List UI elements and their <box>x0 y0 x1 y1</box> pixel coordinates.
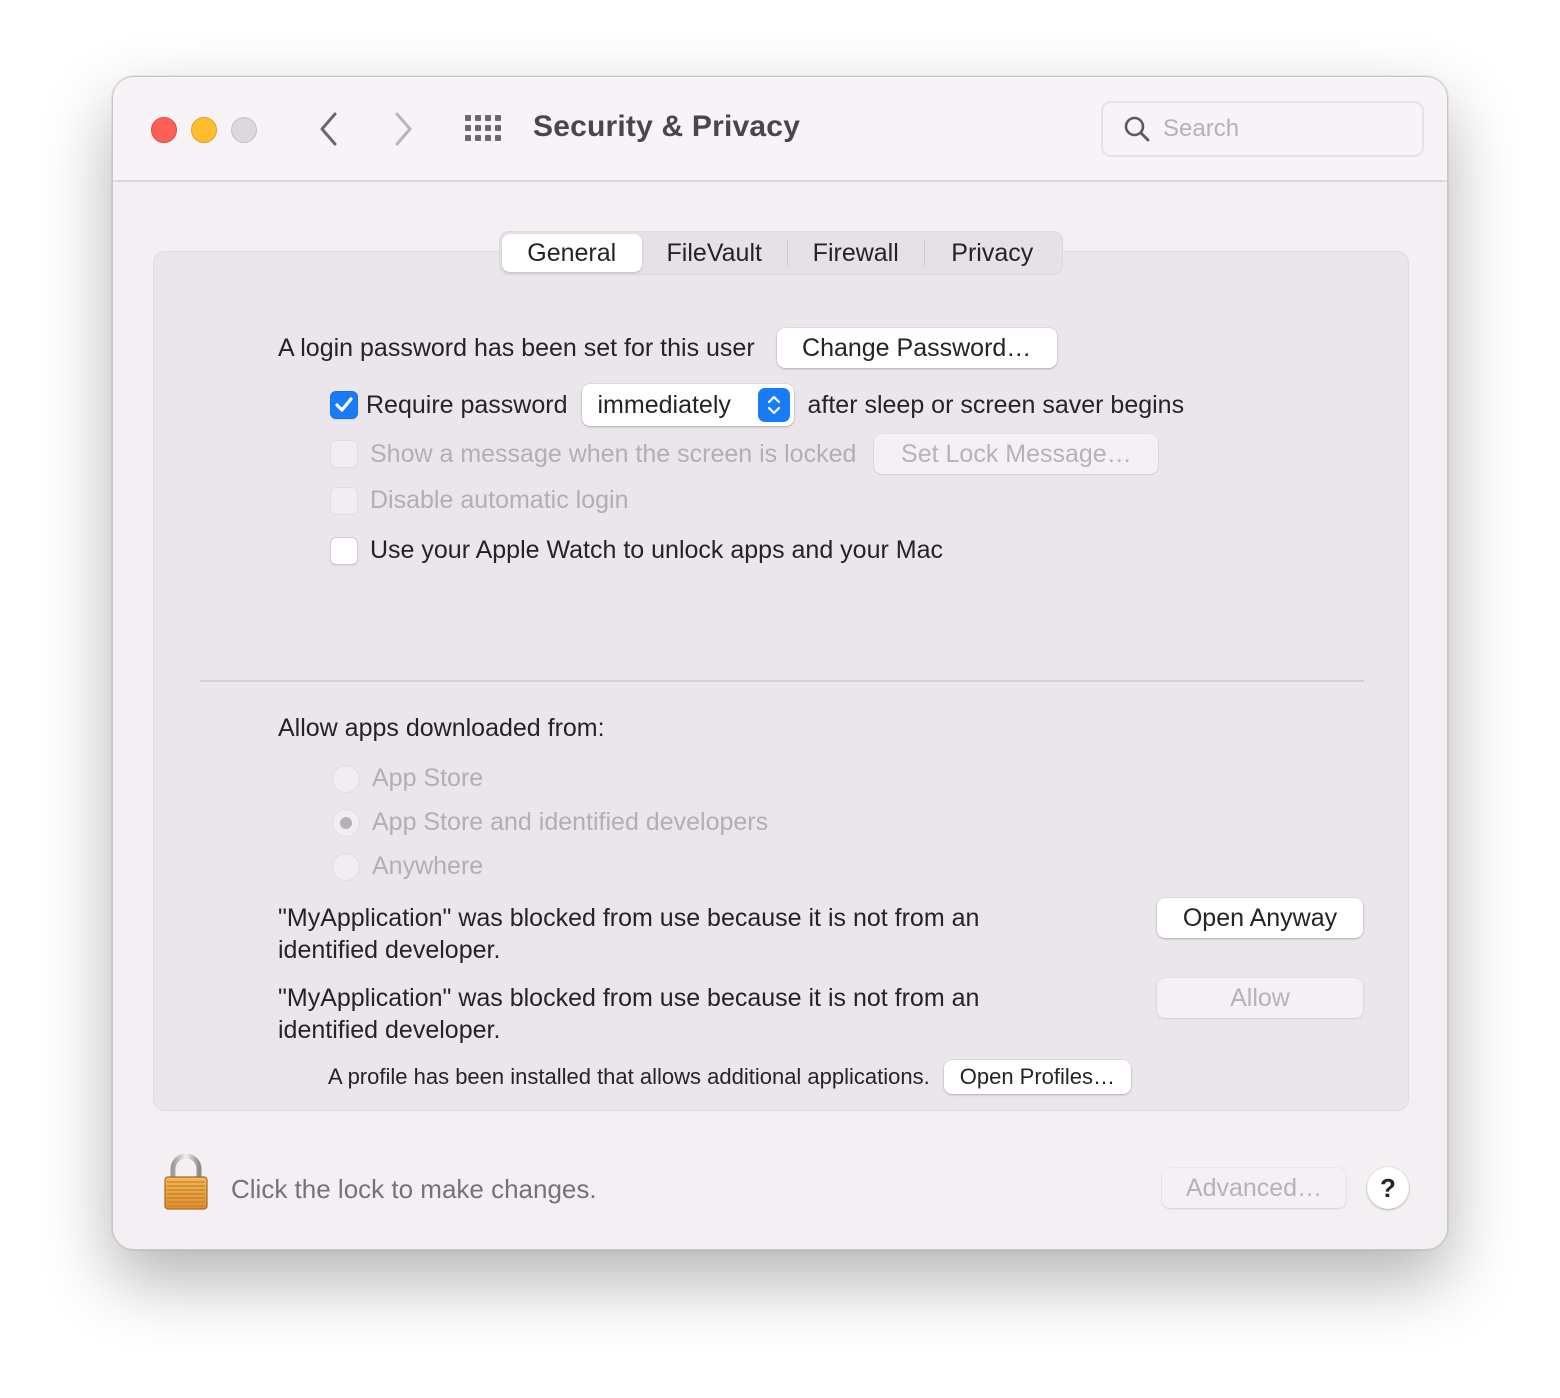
radio-button[interactable] <box>332 764 360 793</box>
open-anyway-button[interactable]: Open Anyway <box>1157 898 1363 938</box>
chevron-left-icon <box>320 112 337 146</box>
section-divider <box>200 680 1364 682</box>
disable-auto-login-checkbox[interactable] <box>330 486 358 515</box>
set-lock-message-button[interactable]: Set Lock Message… <box>874 434 1159 474</box>
open-profiles-button[interactable]: Open Profiles… <box>943 1060 1132 1094</box>
checkmark-icon <box>335 397 353 412</box>
grid-icon <box>465 115 471 121</box>
tab-general[interactable]: General <box>502 234 642 272</box>
require-password-checkbox[interactable] <box>330 391 358 419</box>
profile-text: A profile has been installed that allows… <box>328 1064 930 1089</box>
help-button[interactable]: ? <box>1367 1167 1409 1209</box>
login-password-row: A login password has been set for this u… <box>278 328 1057 368</box>
radio-label: Anywhere <box>372 852 484 880</box>
radio-button-selected[interactable] <box>332 808 360 837</box>
title-bar: Security & Privacy <box>113 77 1447 182</box>
tab-bar: General FileVault Firewall Privacy <box>499 231 1063 275</box>
require-password-popup[interactable]: immediately <box>581 384 794 426</box>
padlock-icon <box>164 1153 208 1210</box>
show-message-label: Show a message when the screen is locked <box>370 439 857 468</box>
search-input[interactable] <box>1163 115 1403 143</box>
blocked-message-1: "MyApplication" was blocked from use bec… <box>278 904 980 964</box>
lock-status-text: Click the lock to make changes. <box>231 1174 597 1204</box>
apple-watch-row: Use your Apple Watch to unlock apps and … <box>330 536 943 565</box>
tab-filevault[interactable]: FileVault <box>642 234 787 272</box>
popup-value: immediately <box>597 390 731 419</box>
apple-watch-label: Use your Apple Watch to unlock apps and … <box>370 536 943 564</box>
radio-anywhere[interactable]: Anywhere <box>332 852 483 881</box>
tab-firewall[interactable]: Firewall <box>788 234 924 272</box>
show-message-checkbox[interactable] <box>330 440 358 468</box>
show-all-button[interactable] <box>463 113 503 145</box>
zoom-button[interactable] <box>231 117 257 143</box>
radio-label: App Store <box>372 764 484 792</box>
forward-button[interactable] <box>383 109 423 149</box>
up-down-arrows-icon <box>757 388 790 422</box>
show-message-row: Show a message when the screen is locked… <box>330 434 1159 474</box>
radio-label: App Store and identified developers <box>372 808 769 836</box>
security-privacy-window: Security & Privacy A login password has … <box>112 76 1448 1250</box>
radio-app-store[interactable]: App Store <box>332 764 483 793</box>
advanced-button[interactable]: Advanced… <box>1162 1168 1346 1208</box>
question-mark-icon: ? <box>1380 1172 1396 1203</box>
allow-apps-heading: Allow apps downloaded from: <box>278 714 605 742</box>
disable-auto-login-row: Disable automatic login <box>330 486 628 515</box>
radio-button[interactable] <box>332 852 360 881</box>
tab-privacy[interactable]: Privacy <box>925 234 1061 272</box>
profile-row: A profile has been installed that allows… <box>328 1060 1132 1094</box>
require-password-row: Require password immediately after sleep… <box>330 384 1184 426</box>
back-button[interactable] <box>309 109 349 149</box>
blocked-message-2: "MyApplication" was blocked from use bec… <box>278 984 980 1044</box>
close-button[interactable] <box>151 117 177 143</box>
chevron-right-icon <box>395 112 412 146</box>
allow-apps-heading-row: Allow apps downloaded from: <box>278 714 605 743</box>
allow-button[interactable]: Allow <box>1157 978 1363 1018</box>
disable-auto-login-label: Disable automatic login <box>370 486 629 514</box>
minimize-button[interactable] <box>191 117 217 143</box>
apple-watch-checkbox[interactable] <box>330 536 358 565</box>
radio-app-store-identified[interactable]: App Store and identified developers <box>332 808 768 837</box>
general-panel: A login password has been set for this u… <box>153 251 1409 1111</box>
lock-button[interactable] <box>161 1153 211 1213</box>
change-password-button[interactable]: Change Password… <box>776 328 1057 368</box>
require-password-label: Require password <box>366 390 568 419</box>
search-field[interactable] <box>1101 101 1424 157</box>
search-icon <box>1124 116 1150 142</box>
login-password-label: A login password has been set for this u… <box>278 333 755 362</box>
require-password-suffix: after sleep or screen saver begins <box>807 390 1185 419</box>
window-title: Security & Privacy <box>533 110 801 143</box>
